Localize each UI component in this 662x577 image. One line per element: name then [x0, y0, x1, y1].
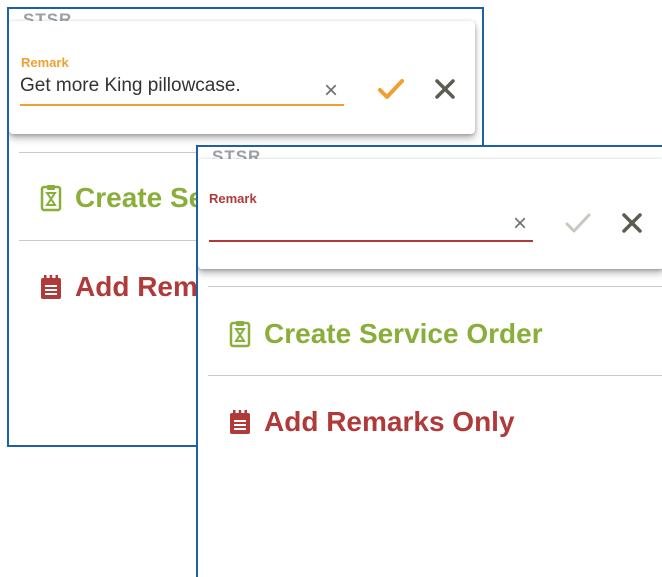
clear-input-icon[interactable]: ×	[324, 79, 338, 103]
remark-panel-empty: STSR Remark × Create Service Order Add R…	[196, 145, 662, 577]
cancel-button[interactable]	[616, 207, 648, 239]
remark-input-underline	[209, 240, 533, 242]
create-service-order-label: Create Se	[75, 182, 205, 213]
clipboard-hourglass-icon	[228, 320, 252, 348]
divider	[208, 286, 662, 287]
divider	[208, 375, 662, 376]
close-icon	[435, 79, 455, 99]
create-service-order-label: Create Service Order	[264, 318, 543, 349]
remark-field-label: Remark	[209, 191, 257, 206]
create-service-order-button[interactable]: Create Service Order	[228, 318, 543, 350]
remark-input-underline	[20, 104, 344, 106]
confirm-button-disabled[interactable]	[562, 207, 594, 239]
confirm-button[interactable]	[375, 73, 407, 105]
remark-input[interactable]: Get more King pillowcase.	[20, 75, 241, 97]
close-icon	[622, 213, 642, 233]
remark-card: Remark ×	[198, 159, 662, 269]
notepad-icon	[39, 273, 63, 301]
create-service-order-button[interactable]: Create Se	[39, 182, 204, 214]
checkmark-icon	[378, 79, 404, 99]
clear-input-icon[interactable]: ×	[513, 212, 527, 236]
add-remarks-only-button[interactable]: Add Remarks Only	[228, 406, 515, 438]
clipboard-hourglass-icon	[39, 184, 63, 212]
remark-field-label: Remark	[21, 55, 69, 70]
remark-card: Remark Get more King pillowcase. ×	[9, 21, 475, 134]
cancel-button[interactable]	[429, 73, 461, 105]
add-remarks-only-label: Add Rem	[75, 271, 198, 302]
add-remarks-only-label: Add Remarks Only	[264, 406, 515, 437]
notepad-icon	[228, 408, 252, 436]
checkmark-icon	[565, 213, 591, 233]
add-remarks-only-button[interactable]: Add Rem	[39, 271, 198, 303]
